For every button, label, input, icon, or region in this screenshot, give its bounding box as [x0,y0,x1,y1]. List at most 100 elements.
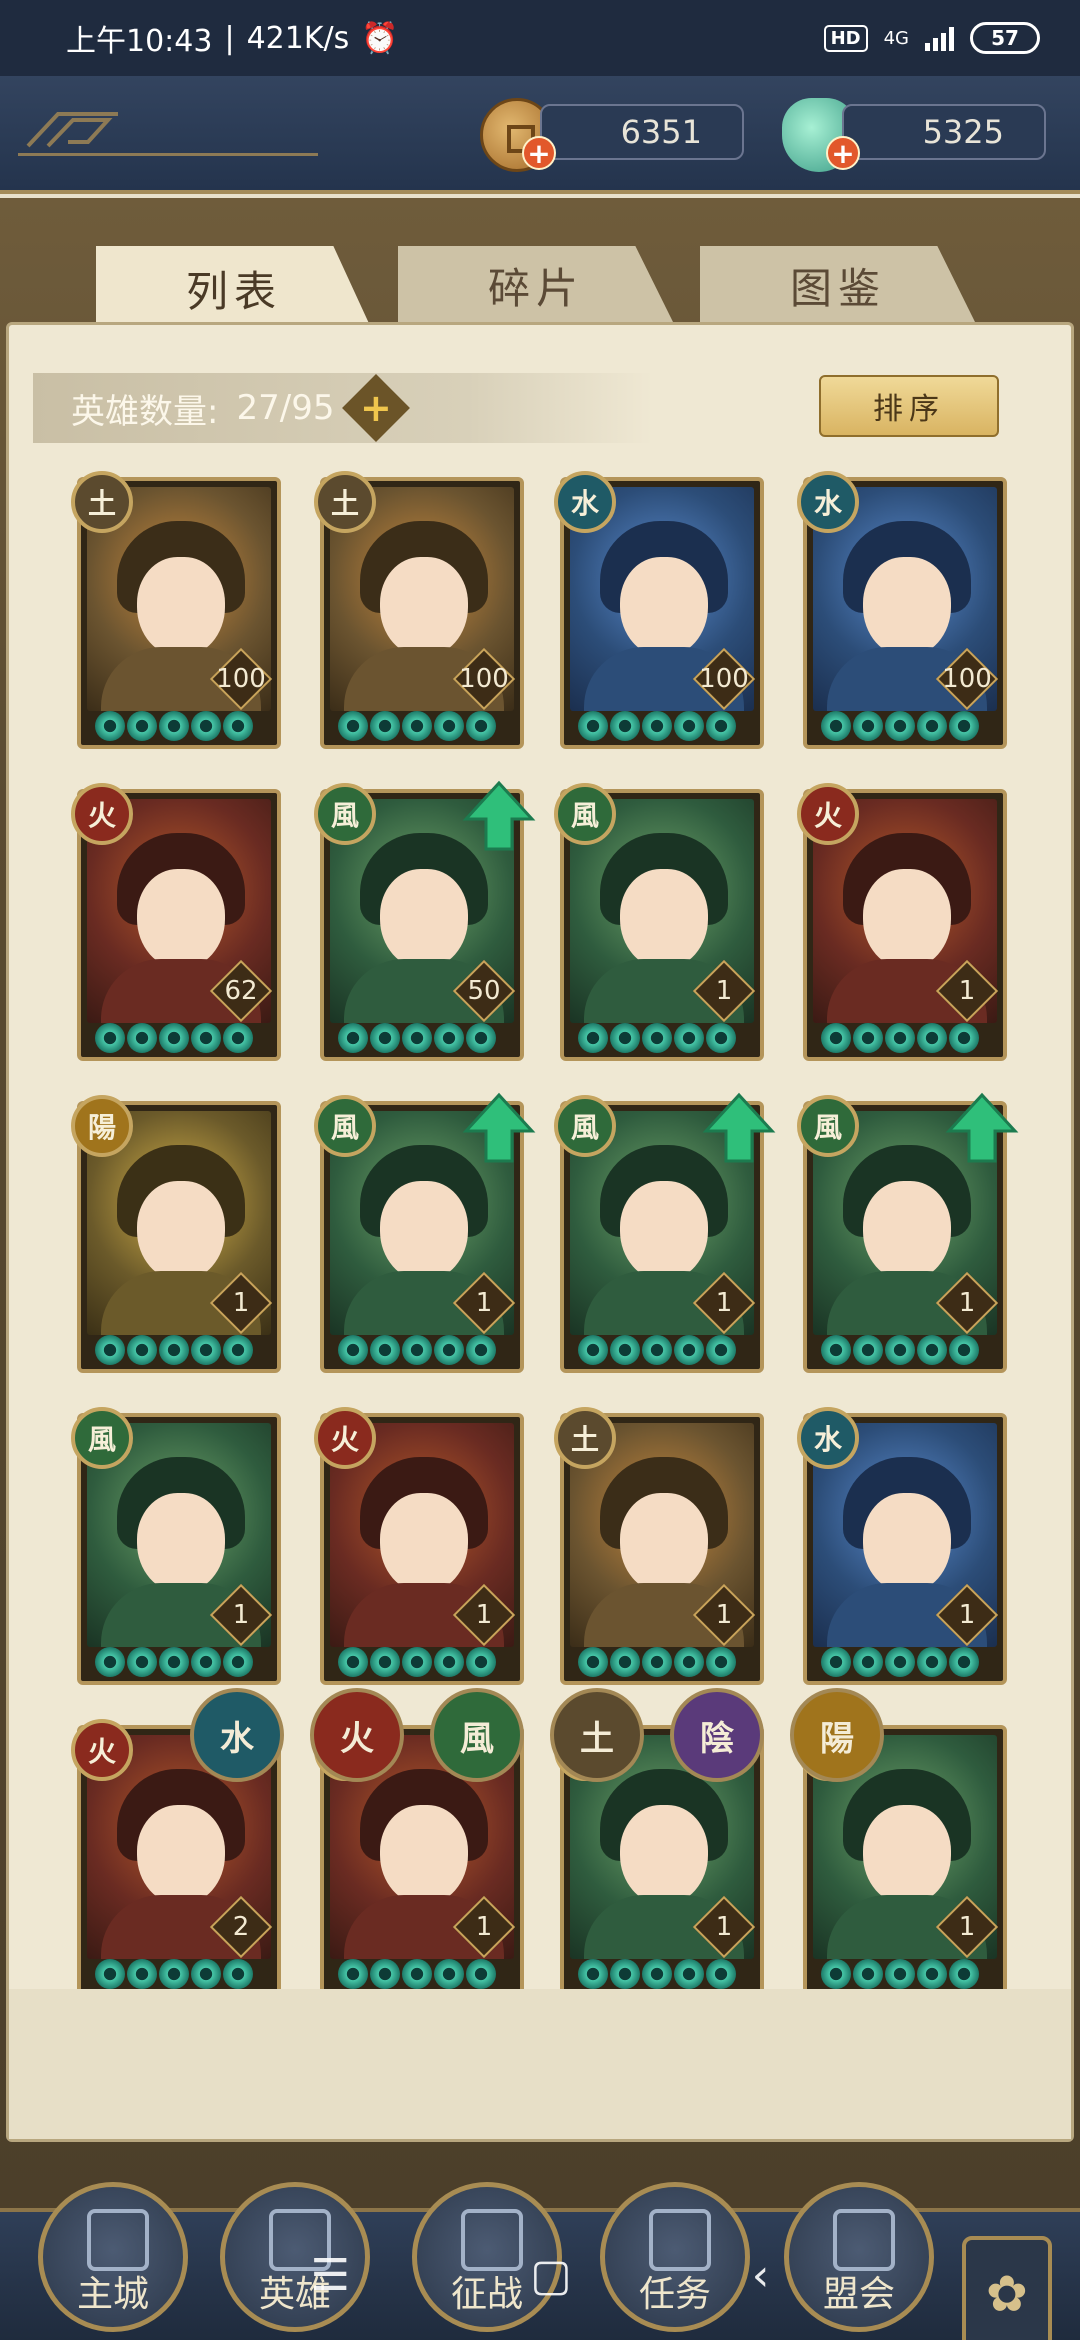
hero-card[interactable]: 1水 [797,1407,1007,1685]
star-rating [95,711,253,741]
level-badge: 100 [215,655,267,703]
battery-level: 57 [991,26,1019,50]
level-badge: 1 [458,1591,510,1639]
element-filter-button[interactable]: 水 [190,1688,284,1782]
star-rating [578,1959,736,1989]
element-badge: 風 [797,1095,859,1157]
expand-slots-button[interactable]: + [342,374,411,442]
hero-card[interactable]: 1風 [797,1092,1019,1373]
star-rating [338,1647,496,1677]
bottom-nav: 主城 英雄 征战 任务 盟会 ✿ [0,2182,1080,2340]
level-badge: 1 [941,1903,993,1951]
hero-card[interactable]: 1陽 [71,1095,281,1373]
hero-card[interactable]: 1風 [71,1407,281,1685]
tab-list[interactable]: 列表 [96,246,372,330]
hero-panel: 英雄数量: 27/95 + 排序 100 土 100 土 100 水 100 水 62 火 50 風 1… [6,322,1074,2142]
element-filter-button[interactable]: 陽 [790,1688,884,1782]
star-rating [338,1959,496,1989]
level-badge: 1 [458,1903,510,1951]
element-badge: 土 [71,471,133,533]
hero-count-label: 英雄数量: [71,391,219,432]
quest-icon [649,2209,711,2271]
hero-count-value: 27/95 [236,388,335,428]
gem-value: 5325 [922,113,1004,151]
star-rating [95,1023,253,1053]
element-badge: 火 [71,783,133,845]
hero-count-bar: 英雄数量: 27/95 + [33,373,653,443]
status-left: 上午10:43 | 421K/s ⏰ [66,16,399,60]
gem-balance: 5325 [842,104,1046,160]
upgrade-arrow-icon [462,1092,536,1163]
nav-quests-label: 任务 [638,2274,711,2315]
hero-card[interactable]: 50 風 [314,780,536,1061]
network-type: 4G [883,27,909,49]
element-badge: 火 [314,1407,376,1469]
nav-main-city-label: 主城 [76,2274,149,2315]
status-bar: 上午10:43 | 421K/s ⏰ HD 4G 57 [0,0,1080,76]
element-filter-button[interactable]: 風 [430,1688,524,1782]
hero-card[interactable]: 62 火 [71,783,281,1061]
element-badge: 水 [554,471,616,533]
nav-heroes-label: 英雄 [258,2274,331,2315]
nav-quests[interactable]: 任务 [600,2182,750,2332]
star-rating [338,711,496,741]
element-filter-button[interactable]: 陰 [670,1688,764,1782]
element-filter-button[interactable]: 土 [550,1688,644,1782]
filter-area [9,1989,1071,2139]
star-rating [95,1647,253,1677]
element-badge: 水 [797,1407,859,1469]
hero-card[interactable]: 1風 [554,783,764,1061]
star-rating [95,1959,253,1989]
resource-bar: 6351 + 5325 + [0,76,1080,194]
tab-codex[interactable]: 图鉴 [700,246,976,324]
more-menu-button[interactable]: ✿ [962,2236,1052,2340]
add-gems-button[interactable]: + [826,136,860,170]
nav-guild[interactable]: 盟会 [784,2182,934,2332]
tab-fragments[interactable]: 碎片 [398,246,674,324]
add-coins-button[interactable]: + [522,136,556,170]
flower-icon: ✿ [986,2265,1028,2323]
hero-card[interactable]: 1火 [314,1407,524,1685]
level-badge: 1 [215,1279,267,1327]
nav-heroes[interactable]: 英雄 [220,2182,370,2332]
element-badge: 風 [314,1095,376,1157]
level-badge: 2 [215,1903,267,1951]
hero-card[interactable]: 1風 [554,1092,776,1373]
hero-card[interactable]: 100 水 [554,471,764,749]
coin-value: 6351 [620,113,702,151]
coin-balance: 6351 [540,104,744,160]
element-filter-row: 水火風土陰陽 [190,1688,884,1782]
star-rating [821,1647,979,1677]
star-rating [338,1023,496,1053]
castle-icon [87,2209,149,2271]
separator: | [224,20,235,56]
element-filter-button[interactable]: 火 [310,1688,404,1782]
upgrade-arrow-icon [702,1092,776,1163]
level-badge: 1 [698,967,750,1015]
hero-card[interactable]: 100 土 [71,471,281,749]
hero-card[interactable]: 1風 [314,1092,536,1373]
upgrade-arrow-icon [945,1092,1019,1163]
signal-icon [925,25,954,51]
game-logo [18,106,318,156]
level-badge: 62 [215,967,267,1015]
star-rating [821,1959,979,1989]
element-badge: 陽 [71,1095,133,1157]
level-badge: 100 [698,655,750,703]
hero-card[interactable]: 100 土 [314,471,524,749]
star-rating [578,1023,736,1053]
hero-card[interactable]: 1火 [797,783,1007,1061]
nav-battle[interactable]: 征战 [412,2182,562,2332]
nav-main-city[interactable]: 主城 [38,2182,188,2332]
element-badge: 風 [554,783,616,845]
hero-tabs: 列表 碎片 图鉴 [96,246,996,330]
hero-card[interactable]: 100 水 [797,471,1007,749]
star-rating [578,711,736,741]
status-right: HD 4G 57 [823,22,1040,54]
level-badge: 1 [698,1591,750,1639]
hd-icon: HD [823,24,868,52]
sort-button[interactable]: 排序 [819,375,999,437]
guild-icon [833,2209,895,2271]
hero-card[interactable]: 1土 [554,1407,764,1685]
battle-icon [461,2209,523,2271]
